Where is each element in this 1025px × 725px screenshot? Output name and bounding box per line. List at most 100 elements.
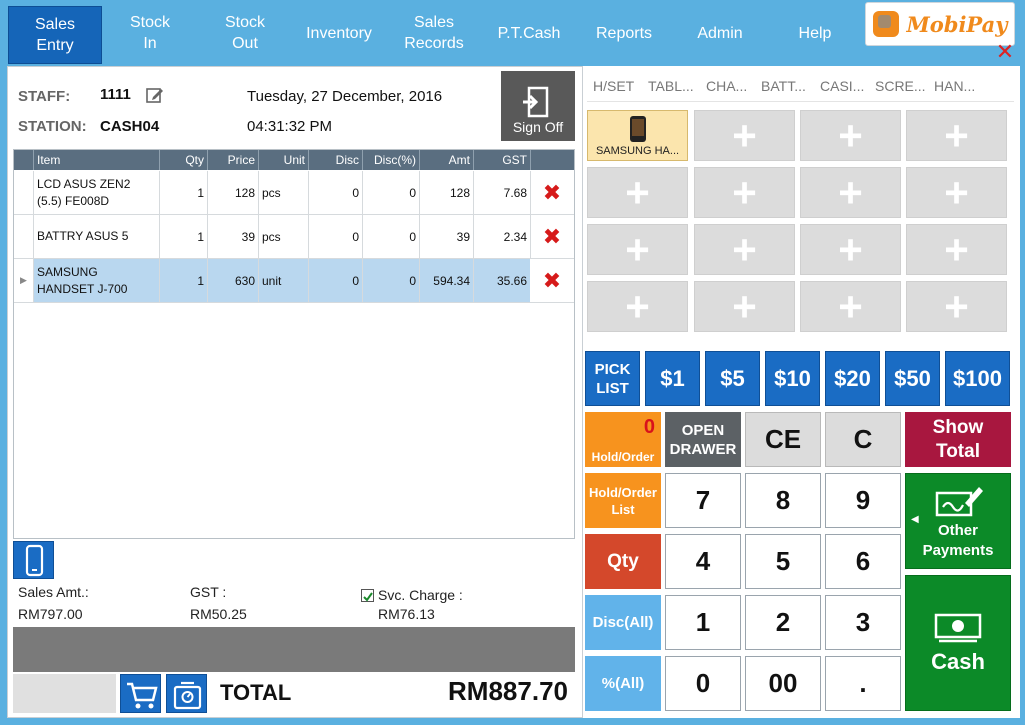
add-product-tile[interactable]: +	[694, 167, 795, 218]
digit-8-button[interactable]: 8	[745, 473, 821, 528]
delete-row-icon[interactable]: ✖	[530, 215, 574, 258]
nav-sales-records[interactable]: Sales Records	[393, 0, 475, 66]
add-product-tile[interactable]: +	[800, 224, 901, 275]
nav-stock-out[interactable]: Stock Out	[205, 0, 285, 66]
nav-inventory[interactable]: Inventory	[295, 0, 383, 66]
add-product-tile[interactable]: +	[694, 281, 795, 332]
col-gst[interactable]: GST	[474, 150, 531, 170]
category-tab[interactable]: H/SET	[593, 78, 634, 94]
col-unit[interactable]: Unit	[259, 150, 309, 170]
digit-2-button[interactable]: 2	[745, 595, 821, 650]
hold-order-list-button[interactable]: Hold/Order List	[585, 473, 661, 528]
item-table: Item Qty Price Unit Disc Disc(%) Amt GST…	[13, 149, 575, 539]
row-unit: unit	[259, 259, 309, 302]
add-product-tile[interactable]: +	[587, 281, 688, 332]
col-item[interactable]: Item	[34, 150, 160, 170]
category-tab[interactable]: CHA...	[706, 78, 747, 94]
cash-button[interactable]: Cash	[905, 575, 1011, 711]
add-product-tile[interactable]: +	[906, 224, 1007, 275]
row-selector-arrow-icon[interactable]: ▶	[14, 259, 34, 302]
add-product-tile[interactable]: +	[800, 110, 901, 161]
col-delete	[531, 150, 574, 170]
digit-6-button[interactable]: 6	[825, 534, 901, 589]
digit-4-button[interactable]: 4	[665, 534, 741, 589]
open-drawer-button[interactable]: OPEN DRAWER	[665, 412, 741, 467]
sign-off-button[interactable]: Sign Off	[501, 71, 575, 141]
pct-all-button[interactable]: %(All)	[585, 656, 661, 711]
add-product-tile[interactable]: +	[694, 110, 795, 161]
cash-50-button[interactable]: $50	[885, 351, 940, 406]
close-icon[interactable]: ✕	[995, 41, 1015, 63]
svc-charge-checkbox[interactable]	[361, 589, 374, 602]
svc-charge-label: Svc. Charge :	[378, 587, 463, 603]
cash-20-button[interactable]: $20	[825, 351, 880, 406]
ce-button[interactable]: CE	[745, 412, 821, 467]
product-tile[interactable]: SAMSUNG HA...	[587, 110, 688, 161]
cash-5-button[interactable]: $5	[705, 351, 760, 406]
decimal-button[interactable]: .	[825, 656, 901, 711]
pick-list-button[interactable]: PICK LIST	[585, 351, 640, 406]
col-price[interactable]: Price	[208, 150, 259, 170]
digit-0-button[interactable]: 0	[665, 656, 741, 711]
row-item: SAMSUNG HANDSET J-700	[34, 259, 160, 302]
product-tile-label: SAMSUNG HA...	[595, 145, 680, 157]
nav-sales-entry[interactable]: Sales Entry	[8, 6, 102, 64]
row-item: LCD ASUS ZEN2 (5.5) FE008D	[34, 171, 160, 214]
category-tab[interactable]: CASI...	[820, 78, 864, 94]
col-disc[interactable]: Disc	[309, 150, 363, 170]
add-product-tile[interactable]: +	[906, 110, 1007, 161]
col-qty[interactable]: Qty	[160, 150, 208, 170]
row-price: 128	[208, 171, 259, 214]
category-tab[interactable]: SCRE...	[875, 78, 926, 94]
qty-button[interactable]: Qty	[585, 534, 661, 589]
cash-1-button[interactable]: $1	[645, 351, 700, 406]
disc-all-button[interactable]: Disc(All)	[585, 595, 661, 650]
row-header-column	[14, 150, 34, 170]
add-product-tile[interactable]: +	[800, 167, 901, 218]
hold-order-button[interactable]: 0 Hold/Order	[585, 412, 661, 467]
digit-7-button[interactable]: 7	[665, 473, 741, 528]
cash-10-button[interactable]: $10	[765, 351, 820, 406]
cart-button[interactable]	[120, 674, 161, 713]
nav-reports[interactable]: Reports	[585, 0, 663, 66]
cash-100-button[interactable]: $100	[945, 351, 1010, 406]
category-tab[interactable]: BATT...	[761, 78, 806, 94]
nav-help[interactable]: Help	[775, 0, 855, 66]
digit-9-button[interactable]: 9	[825, 473, 901, 528]
nav-stock-in[interactable]: Stock In	[110, 0, 190, 66]
add-product-tile[interactable]: +	[906, 281, 1007, 332]
show-total-button[interactable]: Show Total	[905, 412, 1011, 467]
row-selector[interactable]	[14, 215, 34, 258]
col-disc-pct[interactable]: Disc(%)	[363, 150, 420, 170]
table-row[interactable]: LCD ASUS ZEN2 (5.5) FE008D 1 128 pcs 0 0…	[14, 171, 574, 215]
hold-order-label: Hold/Order	[591, 450, 655, 464]
nav-admin[interactable]: Admin	[680, 0, 760, 66]
add-product-tile[interactable]: +	[587, 224, 688, 275]
row-disc-pct: 0	[363, 215, 420, 258]
clear-button[interactable]: C	[825, 412, 901, 467]
add-product-tile[interactable]: +	[800, 281, 901, 332]
table-row[interactable]: ▶ SAMSUNG HANDSET J-700 1 630 unit 0 0 5…	[14, 259, 574, 303]
add-product-tile[interactable]: +	[906, 167, 1007, 218]
add-product-tile[interactable]: +	[587, 167, 688, 218]
digit-5-button[interactable]: 5	[745, 534, 821, 589]
delete-row-icon[interactable]: ✖	[530, 259, 574, 302]
category-tab[interactable]: HAN...	[934, 78, 975, 94]
digit-3-button[interactable]: 3	[825, 595, 901, 650]
category-tab[interactable]: TABL...	[648, 78, 694, 94]
scale-button[interactable]	[166, 674, 207, 713]
mobile-phone-button[interactable]	[13, 541, 54, 579]
digit-00-button[interactable]: 00	[745, 656, 821, 711]
digit-1-button[interactable]: 1	[665, 595, 741, 650]
delete-row-icon[interactable]: ✖	[530, 171, 574, 214]
other-payments-button[interactable]: ◀ Other Payments	[905, 473, 1011, 569]
add-product-tile[interactable]: +	[694, 224, 795, 275]
row-selector[interactable]	[14, 171, 34, 214]
nav-pt-cash[interactable]: P.T.Cash	[488, 0, 570, 66]
exit-door-icon	[523, 86, 549, 118]
col-amt[interactable]: Amt	[420, 150, 474, 170]
status-bar	[13, 627, 575, 672]
table-row[interactable]: BATTRY ASUS 5 1 39 pcs 0 0 39 2.34 ✖	[14, 215, 574, 259]
edit-icon[interactable]	[146, 86, 164, 104]
row-disc: 0	[309, 259, 363, 302]
